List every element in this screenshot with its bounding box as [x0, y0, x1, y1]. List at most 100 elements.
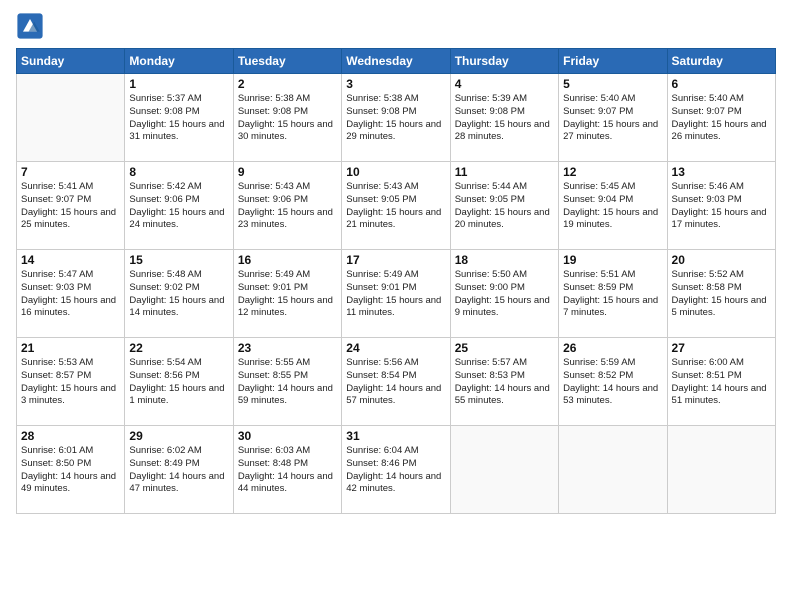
- day-info: Sunrise: 6:03 AMSunset: 8:48 PMDaylight:…: [238, 445, 337, 496]
- calendar-cell: 27 Sunrise: 6:00 AMSunset: 8:51 PMDayligh…: [667, 338, 775, 426]
- day-info: Sunrise: 5:43 AMSunset: 9:05 PMDaylight:…: [346, 181, 445, 232]
- day-info: Sunrise: 5:50 AMSunset: 9:00 PMDaylight:…: [455, 269, 554, 320]
- day-number: 1: [129, 77, 228, 91]
- day-number: 19: [563, 253, 662, 267]
- weekday-header: Sunday: [17, 49, 125, 74]
- calendar-cell: 10 Sunrise: 5:43 AMSunset: 9:05 PMDayligh…: [342, 162, 450, 250]
- day-number: 23: [238, 341, 337, 355]
- day-info: Sunrise: 5:49 AMSunset: 9:01 PMDaylight:…: [346, 269, 445, 320]
- calendar-cell: 23 Sunrise: 5:55 AMSunset: 8:55 PMDayligh…: [233, 338, 341, 426]
- weekday-header: Wednesday: [342, 49, 450, 74]
- day-info: Sunrise: 6:02 AMSunset: 8:49 PMDaylight:…: [129, 445, 228, 496]
- day-number: 28: [21, 429, 120, 443]
- day-number: 27: [672, 341, 771, 355]
- day-info: Sunrise: 5:40 AMSunset: 9:07 PMDaylight:…: [672, 93, 771, 144]
- day-number: 24: [346, 341, 445, 355]
- calendar-cell: 16 Sunrise: 5:49 AMSunset: 9:01 PMDayligh…: [233, 250, 341, 338]
- calendar-cell: [667, 426, 775, 514]
- day-number: 21: [21, 341, 120, 355]
- weekday-header: Monday: [125, 49, 233, 74]
- day-info: Sunrise: 5:38 AMSunset: 9:08 PMDaylight:…: [238, 93, 337, 144]
- day-info: Sunrise: 5:42 AMSunset: 9:06 PMDaylight:…: [129, 181, 228, 232]
- day-number: 31: [346, 429, 445, 443]
- calendar-cell: 4 Sunrise: 5:39 AMSunset: 9:08 PMDaylight…: [450, 74, 558, 162]
- day-number: 3: [346, 77, 445, 91]
- day-info: Sunrise: 5:39 AMSunset: 9:08 PMDaylight:…: [455, 93, 554, 144]
- weekday-header: Thursday: [450, 49, 558, 74]
- day-info: Sunrise: 5:56 AMSunset: 8:54 PMDaylight:…: [346, 357, 445, 408]
- day-info: Sunrise: 5:44 AMSunset: 9:05 PMDaylight:…: [455, 181, 554, 232]
- calendar-week-row: 21 Sunrise: 5:53 AMSunset: 8:57 PMDayligh…: [17, 338, 776, 426]
- day-info: Sunrise: 5:48 AMSunset: 9:02 PMDaylight:…: [129, 269, 228, 320]
- calendar-cell: 31 Sunrise: 6:04 AMSunset: 8:46 PMDayligh…: [342, 426, 450, 514]
- weekday-header-row: SundayMondayTuesdayWednesdayThursdayFrid…: [17, 49, 776, 74]
- day-number: 9: [238, 165, 337, 179]
- day-number: 7: [21, 165, 120, 179]
- day-info: Sunrise: 5:51 AMSunset: 8:59 PMDaylight:…: [563, 269, 662, 320]
- calendar-cell: 15 Sunrise: 5:48 AMSunset: 9:02 PMDayligh…: [125, 250, 233, 338]
- header: [16, 12, 776, 40]
- calendar-cell: 22Sunrise: 5:54 AMSunset: 8:56 PMDayligh…: [125, 338, 233, 426]
- day-number: 2: [238, 77, 337, 91]
- day-info: Sunrise: 6:01 AMSunset: 8:50 PMDaylight:…: [21, 445, 120, 496]
- calendar-week-row: 7Sunrise: 5:41 AMSunset: 9:07 PMDaylight…: [17, 162, 776, 250]
- day-info: Sunrise: 5:59 AMSunset: 8:52 PMDaylight:…: [563, 357, 662, 408]
- day-number: 10: [346, 165, 445, 179]
- calendar-cell: 8 Sunrise: 5:42 AMSunset: 9:06 PMDaylight…: [125, 162, 233, 250]
- day-number: 30: [238, 429, 337, 443]
- calendar-cell: 7Sunrise: 5:41 AMSunset: 9:07 PMDaylight…: [17, 162, 125, 250]
- calendar-cell: 19 Sunrise: 5:51 AMSunset: 8:59 PMDayligh…: [559, 250, 667, 338]
- calendar-cell: 5Sunrise: 5:40 AMSunset: 9:07 PMDaylight…: [559, 74, 667, 162]
- calendar-cell: 2 Sunrise: 5:38 AMSunset: 9:08 PMDaylight…: [233, 74, 341, 162]
- day-info: Sunrise: 6:04 AMSunset: 8:46 PMDaylight:…: [346, 445, 445, 496]
- day-number: 29: [129, 429, 228, 443]
- calendar-week-row: 1 Sunrise: 5:37 AMSunset: 9:08 PMDaylight…: [17, 74, 776, 162]
- weekday-header: Friday: [559, 49, 667, 74]
- calendar-week-row: 14 Sunrise: 5:47 AMSunset: 9:03 PMDayligh…: [17, 250, 776, 338]
- day-number: 13: [672, 165, 771, 179]
- day-info: Sunrise: 5:38 AMSunset: 9:08 PMDaylight:…: [346, 93, 445, 144]
- day-number: 16: [238, 253, 337, 267]
- day-info: Sunrise: 5:46 AMSunset: 9:03 PMDaylight:…: [672, 181, 771, 232]
- day-info: Sunrise: 5:47 AMSunset: 9:03 PMDaylight:…: [21, 269, 120, 320]
- calendar-cell: 21 Sunrise: 5:53 AMSunset: 8:57 PMDayligh…: [17, 338, 125, 426]
- calendar-cell: 20 Sunrise: 5:52 AMSunset: 8:58 PMDayligh…: [667, 250, 775, 338]
- calendar-cell: 25Sunrise: 5:57 AMSunset: 8:53 PMDayligh…: [450, 338, 558, 426]
- calendar-cell: 24 Sunrise: 5:56 AMSunset: 8:54 PMDayligh…: [342, 338, 450, 426]
- calendar-cell: 28 Sunrise: 6:01 AMSunset: 8:50 PMDayligh…: [17, 426, 125, 514]
- day-info: Sunrise: 5:49 AMSunset: 9:01 PMDaylight:…: [238, 269, 337, 320]
- calendar-cell: 1 Sunrise: 5:37 AMSunset: 9:08 PMDaylight…: [125, 74, 233, 162]
- day-number: 26: [563, 341, 662, 355]
- day-info: Sunrise: 5:40 AMSunset: 9:07 PMDaylight:…: [563, 93, 662, 144]
- calendar-cell: 3 Sunrise: 5:38 AMSunset: 9:08 PMDaylight…: [342, 74, 450, 162]
- calendar-table: SundayMondayTuesdayWednesdayThursdayFrid…: [16, 48, 776, 514]
- day-info: Sunrise: 5:37 AMSunset: 9:08 PMDaylight:…: [129, 93, 228, 144]
- calendar-cell: [450, 426, 558, 514]
- calendar-cell: [559, 426, 667, 514]
- day-info: Sunrise: 5:55 AMSunset: 8:55 PMDaylight:…: [238, 357, 337, 408]
- day-number: 6: [672, 77, 771, 91]
- day-number: 14: [21, 253, 120, 267]
- calendar-cell: 29 Sunrise: 6:02 AMSunset: 8:49 PMDayligh…: [125, 426, 233, 514]
- day-info: Sunrise: 5:57 AMSunset: 8:53 PMDaylight:…: [455, 357, 554, 408]
- day-info: Sunrise: 5:52 AMSunset: 8:58 PMDaylight:…: [672, 269, 771, 320]
- logo: [16, 12, 47, 40]
- day-number: 8: [129, 165, 228, 179]
- logo-icon: [16, 12, 44, 40]
- day-number: 4: [455, 77, 554, 91]
- day-number: 12: [563, 165, 662, 179]
- day-info: Sunrise: 5:45 AMSunset: 9:04 PMDaylight:…: [563, 181, 662, 232]
- day-number: 15: [129, 253, 228, 267]
- day-info: Sunrise: 6:00 AMSunset: 8:51 PMDaylight:…: [672, 357, 771, 408]
- day-number: 11: [455, 165, 554, 179]
- calendar-cell: 18Sunrise: 5:50 AMSunset: 9:00 PMDayligh…: [450, 250, 558, 338]
- calendar-week-row: 28 Sunrise: 6:01 AMSunset: 8:50 PMDayligh…: [17, 426, 776, 514]
- calendar-cell: 30 Sunrise: 6:03 AMSunset: 8:48 PMDayligh…: [233, 426, 341, 514]
- page: SundayMondayTuesdayWednesdayThursdayFrid…: [0, 0, 792, 522]
- calendar-cell: 26 Sunrise: 5:59 AMSunset: 8:52 PMDayligh…: [559, 338, 667, 426]
- day-info: Sunrise: 5:53 AMSunset: 8:57 PMDaylight:…: [21, 357, 120, 408]
- day-number: 20: [672, 253, 771, 267]
- calendar-cell: 17Sunrise: 5:49 AMSunset: 9:01 PMDayligh…: [342, 250, 450, 338]
- calendar-cell: 9Sunrise: 5:43 AMSunset: 9:06 PMDaylight…: [233, 162, 341, 250]
- calendar-cell: 14 Sunrise: 5:47 AMSunset: 9:03 PMDayligh…: [17, 250, 125, 338]
